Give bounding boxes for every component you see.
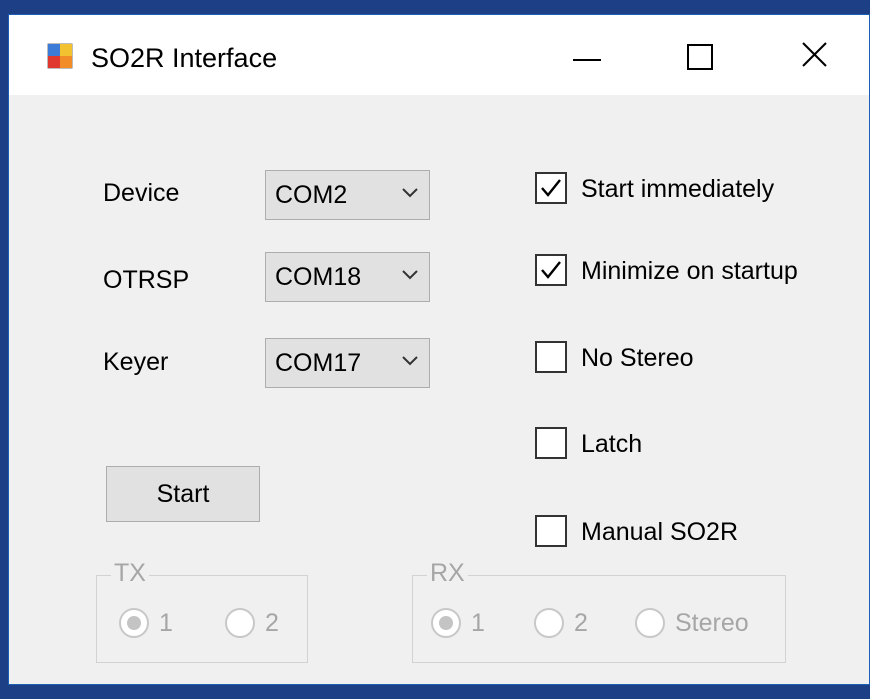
latch-checkbox[interactable]	[535, 427, 567, 459]
close-icon	[802, 42, 827, 67]
minimize-on-startup-label[interactable]: Minimize on startup	[581, 257, 798, 286]
minimize-button[interactable]	[543, 29, 623, 81]
device-label: Device	[103, 179, 180, 207]
tx-radio-2-label[interactable]: 2	[265, 609, 279, 638]
maximize-icon	[687, 44, 713, 70]
rx-group-label: RX	[427, 559, 468, 588]
device-combobox[interactable]: COM2	[265, 170, 430, 220]
keyer-combobox[interactable]: COM17	[265, 338, 430, 388]
start-immediately-checkbox[interactable]	[535, 172, 567, 204]
tx-radio-2[interactable]	[225, 608, 255, 638]
rx-radio-1-label[interactable]: 1	[471, 609, 485, 638]
keyer-value: COM17	[275, 349, 362, 377]
rx-radio-stereo-label[interactable]: Stereo	[675, 609, 749, 638]
manual-so2r-label[interactable]: Manual SO2R	[581, 518, 738, 547]
rx-radio-2-label[interactable]: 2	[574, 609, 588, 638]
start-immediately-label[interactable]: Start immediately	[581, 175, 774, 204]
start-button[interactable]: Start	[106, 466, 260, 522]
radio-selected-dot	[127, 616, 141, 630]
checkmark-icon	[541, 261, 561, 279]
minimize-icon	[573, 59, 601, 61]
manual-so2r-checkbox[interactable]	[535, 515, 567, 547]
otrsp-combobox[interactable]: COM18	[265, 252, 430, 302]
rx-radio-1[interactable]	[431, 608, 461, 638]
no-stereo-checkbox[interactable]	[535, 341, 567, 373]
rx-radio-2[interactable]	[534, 608, 564, 638]
chevron-down-icon	[402, 188, 418, 198]
maximize-button[interactable]	[663, 29, 743, 81]
minimize-on-startup-checkbox[interactable]	[535, 254, 567, 286]
radio-selected-dot	[439, 616, 453, 630]
title-bar[interactable]: SO2R Interface	[9, 15, 869, 95]
chevron-down-icon	[402, 356, 418, 366]
tx-groupbox: TX 1 2	[96, 559, 308, 663]
window-title: SO2R Interface	[91, 43, 278, 73]
otrsp-value: COM18	[275, 263, 362, 291]
keyer-label: Keyer	[103, 348, 169, 376]
checkmark-icon	[541, 179, 561, 197]
tx-radio-1[interactable]	[119, 608, 149, 638]
no-stereo-label[interactable]: No Stereo	[581, 344, 694, 373]
latch-label[interactable]: Latch	[581, 430, 642, 459]
close-button[interactable]	[781, 29, 861, 81]
tx-radio-1-label[interactable]: 1	[159, 609, 173, 638]
chevron-down-icon	[402, 270, 418, 280]
rx-radio-stereo[interactable]	[635, 608, 665, 638]
rx-groupbox: RX 1 2 Stereo	[412, 559, 786, 663]
app-window-icon	[47, 43, 73, 69]
otrsp-label: OTRSP	[103, 266, 190, 294]
tx-group-label: TX	[111, 559, 149, 588]
device-value: COM2	[275, 181, 348, 209]
dialog-window: SO2R Interface Device COM2 OTRSP COM18 K…	[8, 14, 870, 685]
